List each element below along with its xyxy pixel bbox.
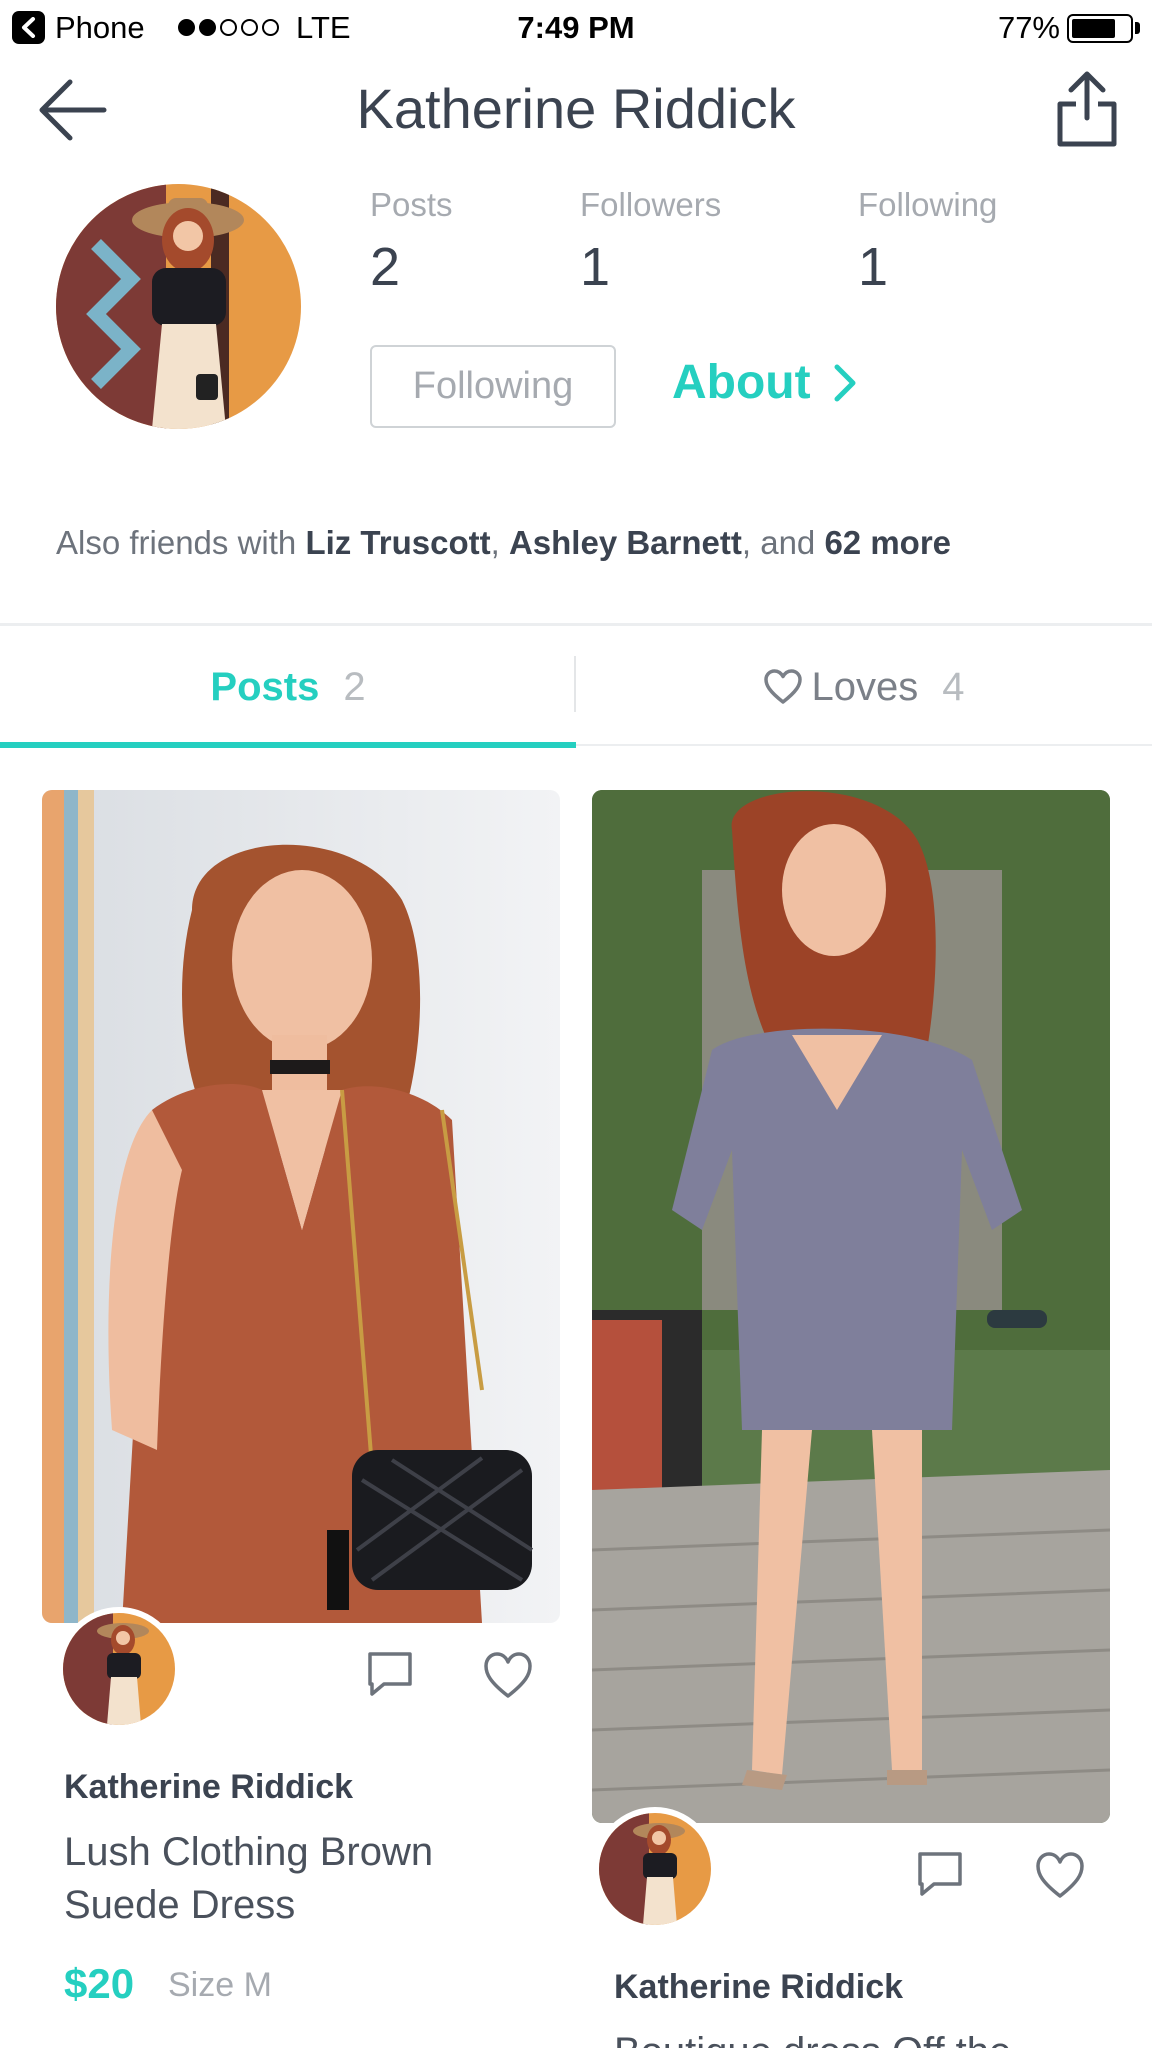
stat-posts[interactable]: Posts 2 bbox=[370, 186, 453, 298]
share-icon bbox=[1057, 71, 1117, 147]
chevron-right-icon bbox=[834, 364, 856, 401]
post-title-2-line-1[interactable]: Boutique dress Off the bbox=[614, 2026, 1011, 2048]
page-title: Katherine Riddick bbox=[356, 77, 796, 140]
active-tab-indicator bbox=[0, 742, 576, 748]
stat-followers-label: Followers bbox=[580, 186, 722, 223]
post-price-1: $20 bbox=[64, 1960, 135, 2007]
mutual-friends-text: Also friends with Liz Truscott, Ashley B… bbox=[56, 524, 951, 562]
post-title-1-line-2[interactable]: Suede Dress bbox=[64, 1879, 295, 1932]
tab-baseline bbox=[576, 744, 1152, 746]
post-author-name-2[interactable]: Katherine Riddick bbox=[614, 1968, 903, 2007]
battery-percent: 77% bbox=[997, 10, 1060, 45]
tab-loves[interactable]: Loves 4 bbox=[576, 626, 1152, 748]
stat-following-value: 1 bbox=[858, 237, 889, 297]
battery-nub bbox=[1135, 22, 1140, 34]
post-image-2[interactable] bbox=[592, 790, 1110, 1823]
clock: 7:49 PM bbox=[517, 10, 635, 45]
tab-posts[interactable]: Posts 2 bbox=[0, 626, 576, 748]
stat-following[interactable]: Following 1 bbox=[858, 186, 997, 298]
more-friends-link[interactable]: 62 more bbox=[824, 524, 951, 561]
post-author-avatar-1[interactable] bbox=[57, 1607, 181, 1731]
friend-link-1[interactable]: Liz Truscott bbox=[305, 524, 490, 561]
stat-followers[interactable]: Followers 1 bbox=[580, 186, 721, 298]
profile-avatar[interactable] bbox=[56, 184, 301, 429]
battery-icon bbox=[1067, 14, 1133, 43]
about-link[interactable]: About bbox=[672, 355, 857, 410]
share-button[interactable] bbox=[1054, 70, 1120, 150]
post-title-1-line-1[interactable]: Lush Clothing Brown bbox=[64, 1826, 433, 1879]
friends-middle: , and bbox=[741, 524, 825, 561]
tab-loves-label: Loves bbox=[811, 664, 919, 709]
about-link-label: About bbox=[672, 356, 811, 409]
status-bar: Phone LTE 7:49 PM 77% bbox=[0, 0, 1152, 56]
tab-posts-label: Posts bbox=[210, 664, 320, 709]
post-author-avatar-2[interactable] bbox=[593, 1807, 717, 1931]
stat-posts-value: 2 bbox=[370, 237, 401, 297]
tab-posts-count: 2 bbox=[343, 664, 366, 709]
friends-prefix: Also friends with bbox=[56, 524, 306, 561]
post-size-1: Size M bbox=[168, 1966, 272, 2004]
following-button[interactable]: Following bbox=[370, 345, 616, 428]
comment-icon[interactable] bbox=[364, 1648, 416, 1700]
stat-followers-value: 1 bbox=[580, 237, 611, 297]
stat-following-label: Following bbox=[858, 186, 998, 223]
heart-icon[interactable] bbox=[482, 1650, 534, 1702]
post-author-name-1[interactable]: Katherine Riddick bbox=[64, 1768, 353, 1807]
comment-icon[interactable] bbox=[914, 1848, 966, 1900]
heart-icon[interactable] bbox=[1034, 1850, 1086, 1902]
heart-icon bbox=[763, 669, 802, 704]
nav-header: Katherine Riddick bbox=[0, 56, 1152, 166]
friends-separator: , bbox=[490, 524, 509, 561]
friend-link-2[interactable]: Ashley Barnett bbox=[509, 524, 742, 561]
post-image-1[interactable] bbox=[42, 790, 560, 1623]
stat-posts-label: Posts bbox=[370, 186, 453, 223]
tab-loves-count: 4 bbox=[942, 664, 965, 709]
